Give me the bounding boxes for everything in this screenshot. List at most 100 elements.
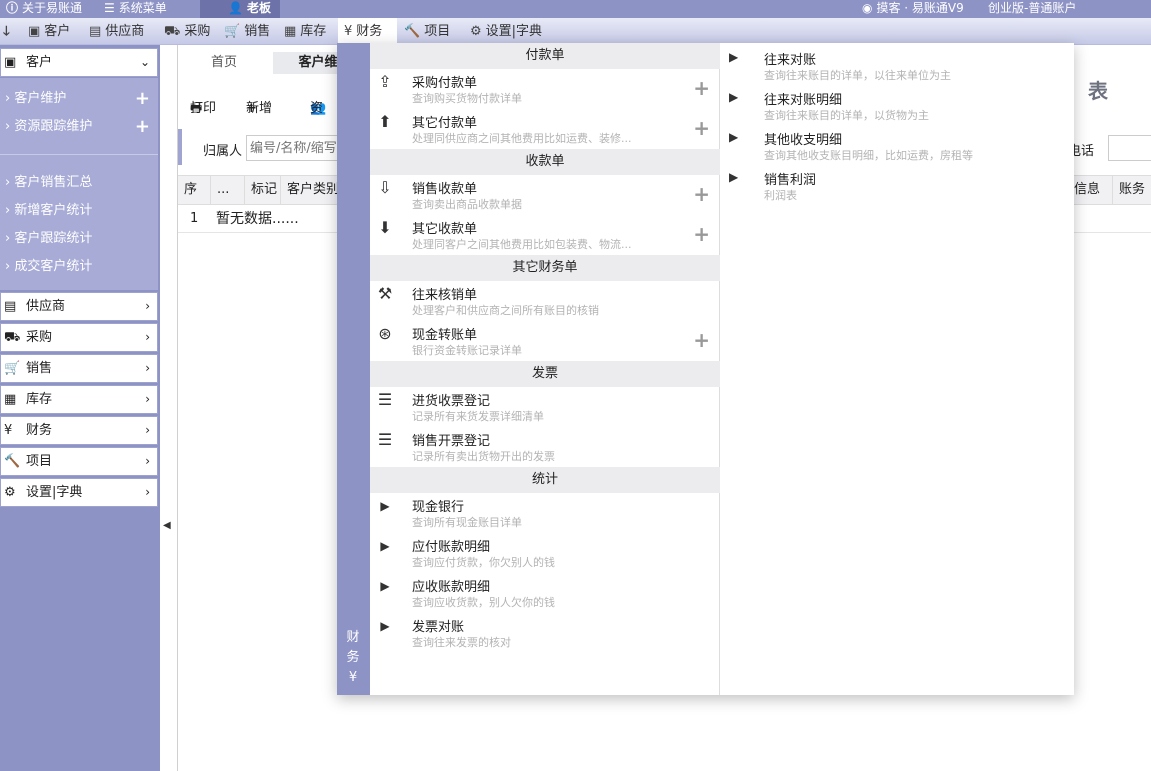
nav-down-icon[interactable]: 🡓 (3, 18, 14, 45)
sidebar: ▣ 客户 ⌄ › 客户维护 + › 资源跟踪维护 + › 客户销售汇总 › 新增… (0, 45, 160, 771)
sidebar-item-deal-stats[interactable]: › 成交客户统计 (0, 253, 158, 281)
nav-settings[interactable]: ⚙ 设置|字典 (470, 18, 542, 45)
truck-icon: ⛟ (164, 24, 181, 39)
sidebar-head-settings[interactable]: ⚙ 设置|字典 › (0, 478, 158, 507)
chevron-right-icon: › (5, 119, 11, 134)
chevron-right-icon: › (5, 203, 11, 218)
search-bar-marker (178, 129, 182, 165)
finance-dropdown: 财务¥ 付款单 ⇪ 采购付款单 查询购买货物付款详单 + ⬆ 其它付款单 处理同… (337, 43, 1074, 695)
user-menu[interactable]: 👤 老板 (200, 0, 280, 18)
menu-write-off[interactable]: ⚒ 往来核销单 处理客户和供应商之间所有账目的核销 (370, 282, 720, 322)
col-info[interactable]: 信息 (1068, 176, 1113, 204)
menu-other-pay[interactable]: ⬆ 其它付款单 处理同供应商之间其他费用比如运费、装修... + (370, 110, 720, 150)
section-invoice: 发票 (370, 361, 720, 387)
sidebar-head-supplier[interactable]: ▤ 供应商 › (0, 292, 158, 321)
menu-cash-bank[interactable]: ▶ 现金银行 查询所有现金账目详单 (370, 494, 720, 534)
chevron-right-icon: › (5, 231, 11, 246)
menu-invoice-check[interactable]: ▶ 发票对账 查询往来发票的核对 (370, 614, 720, 654)
menu-purchase-invoice[interactable]: ☰ 进货收票登记 记录所有来货发票详细清单 (370, 388, 720, 428)
system-menu[interactable]: ☰ 系统菜单 (104, 0, 167, 18)
logo-icon: ◉ (862, 1, 873, 15)
plus-icon[interactable]: + (693, 222, 710, 246)
col-more[interactable]: ... (211, 176, 245, 204)
sidebar-head-finance[interactable]: ¥ 财务 › (0, 416, 158, 445)
plus-icon[interactable]: + (135, 113, 150, 141)
main-nav: 🡓 ▣ 客户 ▤ 供应商 ⛟ 采购 🛒 销售 ▦ 库存 ¥ 财务 🔨 项目 ⚙ 设置|字典 (0, 18, 1151, 45)
info-icon: ⓘ (6, 1, 19, 15)
chevron-right-icon: › (5, 175, 11, 190)
gear-icon: ⚙ (470, 24, 482, 39)
sidebar-divider (0, 154, 158, 155)
report-title: 表 (1088, 79, 1108, 103)
menu-sales-receive[interactable]: ⇩ 销售收款单 查询卖出商品收款单据 + (370, 176, 720, 216)
chevron-right-icon: › (145, 423, 150, 437)
sidebar-item-resource-track[interactable]: › 资源跟踪维护 + (0, 113, 158, 141)
chevron-right-icon: › (145, 299, 150, 313)
sidebar-head-purchase[interactable]: ⛟ 采购 › (0, 323, 158, 352)
menu-receivable[interactable]: ▶ 应收账款明细 查询应收货款，别人欠你的钱 (370, 574, 720, 614)
plus-icon[interactable]: + (693, 182, 710, 206)
chevron-right-icon: › (145, 392, 150, 406)
nav-customer[interactable]: ▣ 客户 (28, 18, 70, 45)
tab-home[interactable]: 首页 (184, 52, 264, 74)
menu-reconcile-detail[interactable]: ▶ 往来对账明细 查询往来账目的详单，以货物为主 (721, 85, 1074, 125)
sidebar-customer-group: › 客户维护 + › 资源跟踪维护 + › 客户销售汇总 › 新增客户统计 › … (0, 78, 158, 290)
sidebar-item-new-customer-stats[interactable]: › 新增客户统计 (0, 197, 158, 225)
sidebar-item-track-stats[interactable]: › 客户跟踪统计 (0, 225, 158, 253)
collapse-left-icon[interactable]: ◀ (163, 520, 171, 531)
sidebar-head-stock[interactable]: ▦ 库存 › (0, 385, 158, 414)
col-index[interactable]: 序 (178, 176, 211, 204)
col-mark[interactable]: 标记 (245, 176, 281, 204)
nav-finance[interactable]: ¥ 财务 (338, 18, 397, 45)
chevron-right-icon: › (145, 330, 150, 344)
sidebar-head-sales[interactable]: 🛒 销售 › (0, 354, 158, 383)
menu-cash-transfer[interactable]: ⊛ 现金转账单 银行资金转账记录详单 + (370, 322, 720, 362)
menu-sales-invoice[interactable]: ☰ 销售开票登记 记录所有卖出货物开出的发票 (370, 428, 720, 468)
yen-exchange-icon: ⊛ (378, 324, 392, 343)
pay-in-icon: ⇩ (378, 178, 392, 197)
chevron-right-icon: › (5, 91, 11, 106)
menu-sales-profit[interactable]: ▶ 销售利润 利润表 (721, 165, 1074, 205)
pay-out-filled-icon: ⬆ (378, 112, 392, 131)
col-category[interactable]: 客户类别 (281, 176, 341, 204)
nav-stock[interactable]: ▦ 库存 (284, 18, 326, 45)
plus-icon[interactable]: + (693, 116, 710, 140)
sidebar-item-sales-summary[interactable]: › 客户销售汇总 (0, 169, 158, 197)
sidebar-head-project[interactable]: 🔨 项目 › (0, 447, 158, 476)
nav-purchase[interactable]: ⛟ 采购 (164, 18, 210, 45)
menu-payable[interactable]: ▶ 应付账款明细 查询应付货款，你欠别人的钱 (370, 534, 720, 574)
menu-reconcile[interactable]: ▶ 往来对账 查询往来账目的详单，以往来单位为主 (721, 45, 1074, 85)
yen-icon: ¥ (4, 423, 13, 438)
gavel-icon: ⚒ (377, 284, 393, 303)
pay-in-filled-icon: ⬇ (378, 218, 392, 237)
plus-icon[interactable]: + (693, 76, 710, 100)
about-link[interactable]: ⓘ 关于易账通 (6, 0, 82, 18)
plus-icon[interactable]: + (135, 85, 150, 113)
section-stats: 统计 (370, 467, 720, 493)
hammer-icon: 🔨 (4, 454, 21, 469)
sidebar-head-customer[interactable]: ▣ 客户 ⌄ (0, 48, 158, 77)
building-icon: ▣ (4, 55, 17, 70)
pay-out-icon: ⇪ (378, 72, 392, 91)
chevron-right-icon: › (145, 485, 150, 499)
list-icon: ☰ (377, 390, 393, 409)
plus-icon[interactable]: + (693, 328, 710, 352)
caret-right-icon: ▶ (729, 130, 739, 144)
caret-right-icon: ▶ (729, 50, 739, 64)
caret-right-icon: ▶ (729, 170, 739, 184)
owner-search-input[interactable] (246, 135, 346, 161)
menu-other-receive[interactable]: ⬇ 其它收款单 处理同客户之间其他费用比如包装费、物流... + (370, 216, 720, 256)
nav-sales[interactable]: 🛒 销售 (224, 18, 270, 45)
col-account[interactable]: 账务 (1113, 176, 1151, 204)
product-info: ◉ 摸客 · 易账通V9 (862, 1, 964, 15)
menu-purchase-pay[interactable]: ⇪ 采购付款单 查询购买货物付款详单 + (370, 70, 720, 110)
sidebar-item-customer-maintain[interactable]: › 客户维护 + (0, 85, 158, 113)
phone-input[interactable] (1108, 135, 1151, 161)
nav-project[interactable]: 🔨 项目 (404, 18, 450, 45)
menu-other-income-expense[interactable]: ▶ 其他收支明细 查询其他收支账目明细，比如运费，房租等 (721, 125, 1074, 165)
caret-right-icon: ▶ (380, 619, 390, 633)
edition-label: 创业版-普通账户 (988, 1, 1077, 15)
finance-menu-left: 付款单 ⇪ 采购付款单 查询购买货物付款详单 + ⬆ 其它付款单 处理同供应商之… (370, 43, 720, 695)
nav-supplier[interactable]: ▤ 供应商 (89, 18, 144, 45)
contact-icon: ▤ (4, 299, 17, 314)
